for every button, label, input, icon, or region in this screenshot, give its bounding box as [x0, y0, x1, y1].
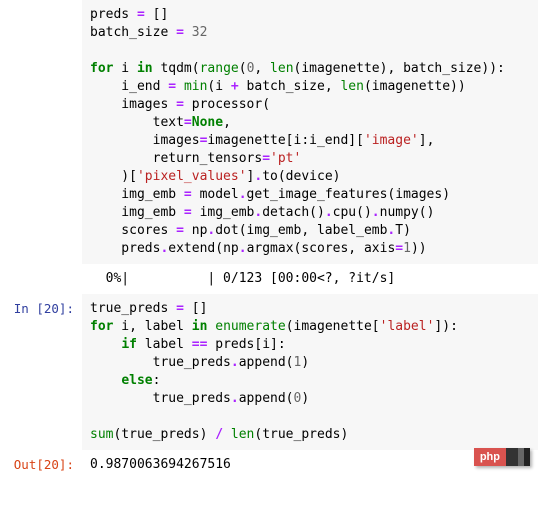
- code-input-1[interactable]: preds = [] batch_size = 32 for i in tqdm…: [82, 0, 538, 264]
- code-block: true_preds = [] for i, label in enumerat…: [90, 300, 530, 444]
- result-value: 0.9870063694267516: [90, 456, 530, 474]
- stdout-1: 0%| | 0/123 [00:00<?, ?it/s]: [82, 264, 538, 294]
- watermark-logo: php: [474, 448, 530, 466]
- code-block: preds = [] batch_size = 32 for i in tqdm…: [90, 6, 530, 258]
- prompt-in-20: In [20]:: [0, 294, 82, 450]
- output-cell-1: 0%| | 0/123 [00:00<?, ?it/s]: [0, 264, 538, 294]
- logo-text: php: [474, 448, 506, 466]
- code-cell-2: In [20]: true_preds = [] for i, label in…: [0, 294, 538, 450]
- result-20: 0.9870063694267516: [82, 450, 538, 480]
- code-input-2[interactable]: true_preds = [] for i, label in enumerat…: [82, 294, 538, 450]
- prompt-empty: [0, 264, 82, 294]
- prompt-in-empty: [0, 0, 82, 264]
- output-cell-2: Out[20]: 0.9870063694267516: [0, 450, 538, 480]
- logo-stripe-icon: [524, 448, 530, 466]
- tqdm-progress: 0%| | 0/123 [00:00<?, ?it/s]: [90, 270, 530, 288]
- logo-stripe-icon: [506, 448, 518, 466]
- prompt-out-20: Out[20]:: [0, 450, 82, 480]
- code-cell-1: preds = [] batch_size = 32 for i in tqdm…: [0, 0, 538, 264]
